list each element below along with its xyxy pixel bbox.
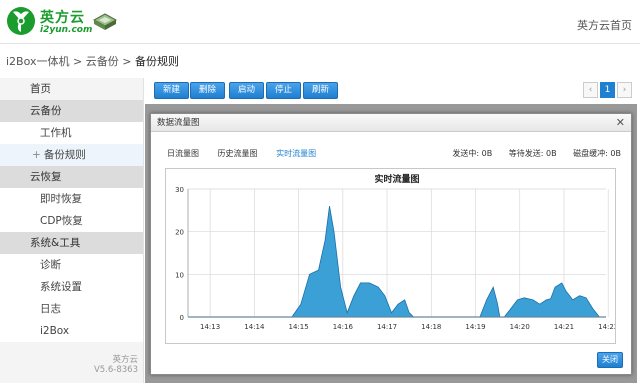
brand-name: 英方云: [40, 10, 85, 26]
dialog-header: 数据流量图 ✕: [151, 114, 631, 132]
sidebar-item-instant-restore[interactable]: 即时恢复: [0, 188, 143, 210]
dialog-title: 数据流量图: [157, 118, 200, 128]
sidebar: 首页 云备份 工作机 + 备份规则 云恢复 即时恢复 CDP恢复 系统&工具 诊断…: [0, 78, 144, 383]
x-tick-label: 14:16: [333, 323, 354, 331]
breadcrumb-separator: >: [69, 55, 86, 68]
traffic-area: [503, 282, 601, 318]
sidebar-item-cdp-restore[interactable]: CDP恢复: [0, 210, 143, 232]
sidebar-item-home[interactable]: 首页: [0, 78, 143, 100]
x-tick-label: 14:17: [377, 323, 397, 331]
chart-svg: 实时流量图 0 10 20 30 14:13 14:14 14:15 14:16 14:17 14:…: [175, 173, 618, 331]
x-tick-label: 14:19: [465, 323, 485, 331]
stat-waiting: 等待发送: 0B: [508, 149, 557, 158]
close-button[interactable]: 关闭: [597, 352, 623, 368]
traffic-tabs: 日流量图 历史流量图 实时流量图: [167, 148, 332, 159]
traffic-dialog: 数据流量图 ✕ 日流量图 历史流量图 实时流量图 发送中: 0B 等待发送: 0…: [150, 113, 632, 375]
tab-history-traffic[interactable]: 历史流量图: [218, 149, 258, 158]
x-tick-label: 14:21: [554, 323, 574, 331]
sidebar-group-cloud-backup[interactable]: 云备份: [0, 100, 143, 122]
traffic-area: [291, 206, 415, 318]
pager-page-1[interactable]: 1: [600, 82, 615, 98]
close-icon[interactable]: ✕: [616, 114, 625, 132]
new-button[interactable]: 新建: [154, 82, 190, 99]
footer-brand: 英方云: [112, 355, 138, 365]
x-tick-label: 14:22: [598, 323, 615, 331]
traffic-stats: 发送中: 0B 等待发送: 0B 磁盘缓冲: 0B: [438, 148, 621, 159]
realtime-chart: 实时流量图 0 10 20 30 14:13 14:14 14:15 14:16 14:17 14:…: [165, 168, 618, 344]
active-marker: +: [32, 149, 41, 161]
breadcrumb: i2Box一体机 > 云备份 > 备份规则: [6, 53, 179, 69]
sidebar-item-backup-rule[interactable]: + 备份规则: [0, 144, 143, 166]
sidebar-item-system-settings[interactable]: 系统设置: [0, 276, 143, 298]
x-tick-label: 14:20: [510, 323, 530, 331]
refresh-button[interactable]: 刷新: [303, 82, 339, 99]
brand-domain: i2yun.com: [40, 25, 93, 35]
x-tick-label: 14:14: [244, 323, 265, 331]
y-tick-label: 0: [180, 314, 184, 322]
y-tick-label: 20: [175, 229, 184, 237]
delete-button[interactable]: 删除: [190, 82, 226, 99]
pager-next-button[interactable]: ›: [617, 82, 632, 98]
sidebar-group-cloud-restore[interactable]: 云恢复: [0, 166, 143, 188]
x-tick-label: 14:13: [200, 323, 220, 331]
footer-version: V5.6-8363: [93, 365, 138, 375]
stat-sending: 发送中: 0B: [452, 149, 493, 158]
sidebar-item-diagnosis[interactable]: 诊断: [0, 254, 143, 276]
sidebar-item-log[interactable]: 日志: [0, 298, 143, 320]
breadcrumb-current: 备份规则: [134, 55, 179, 68]
start-button[interactable]: 启动: [229, 82, 265, 99]
chart-title: 实时流量图: [374, 173, 419, 185]
tab-daily-traffic[interactable]: 日流量图: [167, 149, 199, 158]
top-header: 英方云 i2yun.com 英方云首页: [0, 0, 640, 44]
sidebar-item-label: 备份规则: [43, 149, 86, 161]
sidebar-group-system-tools[interactable]: 系统&工具: [0, 232, 143, 254]
chip-icon: [92, 13, 118, 30]
brand-logo-icon: [7, 7, 35, 35]
sidebar-item-i2box[interactable]: i2Box: [0, 320, 143, 342]
breadcrumb-separator: >: [118, 55, 135, 68]
y-tick-label: 30: [175, 186, 184, 194]
y-tick-label: 10: [175, 271, 184, 279]
pager-prev-button[interactable]: ‹: [583, 82, 598, 98]
stat-disk-buffer: 磁盘缓冲: 0B: [573, 149, 621, 158]
breadcrumb-i2box[interactable]: i2Box一体机: [6, 55, 70, 68]
stop-button[interactable]: 停止: [266, 82, 302, 99]
traffic-area: [479, 285, 501, 318]
x-tick-label: 14:18: [421, 323, 441, 331]
tab-realtime-traffic[interactable]: 实时流量图: [276, 149, 316, 158]
breadcrumb-cloud-backup[interactable]: 云备份: [86, 55, 119, 68]
home-link[interactable]: 英方云首页: [577, 17, 632, 33]
sidebar-item-workstation[interactable]: 工作机: [0, 122, 143, 144]
x-tick-label: 14:15: [288, 323, 308, 331]
